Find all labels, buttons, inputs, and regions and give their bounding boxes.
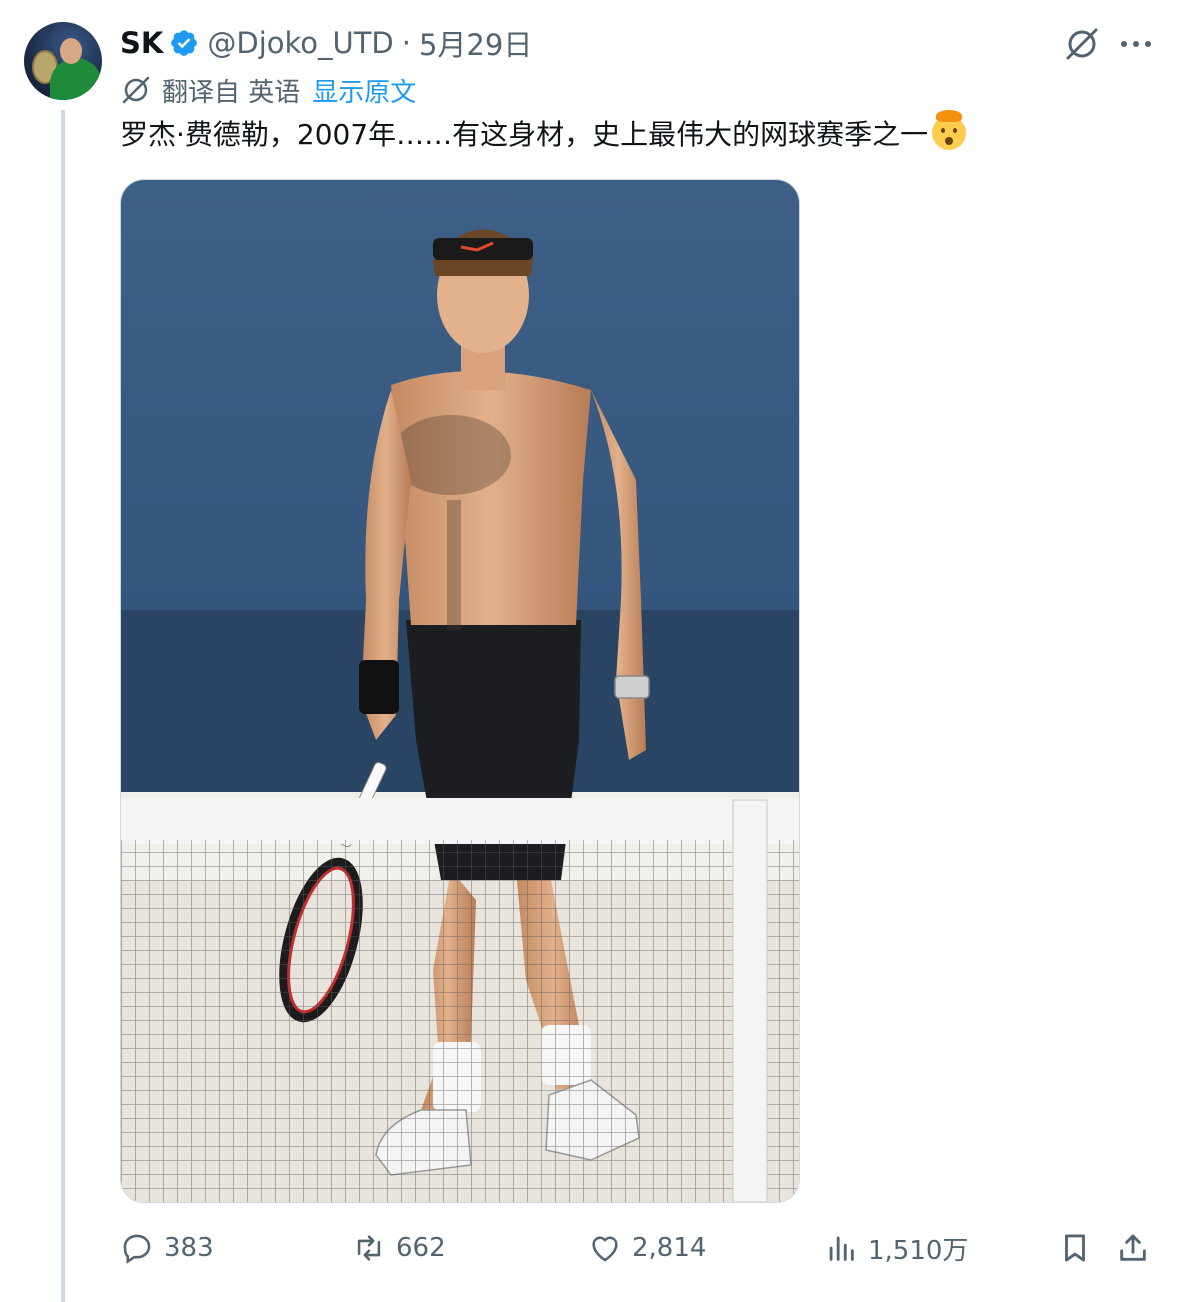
thread-line [61,110,65,1302]
views-count: 1,510万 [868,1235,969,1266]
grok-translate-icon [122,76,150,104]
views-button[interactable]: 1,510万 [824,1224,968,1272]
header-separator: · [401,26,411,60]
action-bar: 383 662 2,814 1,510万 [120,1224,1160,1272]
retweet-icon [357,1235,381,1261]
avatar-body [50,58,102,100]
tweet-header: SK @Djoko_UTD · 5月29日 [120,24,532,62]
reply-icon [123,1234,151,1264]
grok-icon [1066,28,1098,60]
like-button[interactable]: 2,814 [588,1224,706,1272]
translated-from-label: 翻译自 英语 [162,77,301,108]
share-icon [1120,1234,1146,1261]
retweet-count: 662 [396,1233,446,1263]
reply-button[interactable]: 383 [120,1224,214,1272]
author-avatar[interactable] [24,22,102,100]
heart-icon [592,1236,618,1262]
exploding-head-emoji [932,110,967,150]
like-count: 2,814 [632,1233,707,1263]
tweet-date[interactable]: 5月29日 [419,22,532,64]
bookmark-icon [1065,1234,1085,1262]
tweet-text: 罗杰·费德勒，2007年……有这身材，史上最伟大的网球赛季之一 [120,110,967,154]
grok-button[interactable] [1060,22,1104,66]
translation-row: 翻译自 英语 显示原文 [120,72,416,108]
author-name[interactable]: SK [120,26,163,60]
tweet-photo[interactable] [120,179,800,1203]
tennis-player-photo [121,180,799,1202]
bookmark-button[interactable] [1058,1224,1092,1272]
share-button[interactable] [1116,1224,1150,1272]
verified-badge-icon [171,30,198,56]
avatar-head [60,38,82,64]
author-handle[interactable]: @Djoko_UTD [207,26,393,60]
tweet-body: 罗杰·费德勒，2007年……有这身材，史上最伟大的网球赛季之一 [120,118,929,151]
more-icon [1121,41,1151,47]
show-original-link[interactable]: 显示原文 [312,72,416,109]
analytics-icon [829,1236,854,1261]
more-button[interactable] [1114,22,1158,66]
retweet-button[interactable]: 662 [352,1224,446,1272]
reply-count: 383 [164,1233,214,1263]
